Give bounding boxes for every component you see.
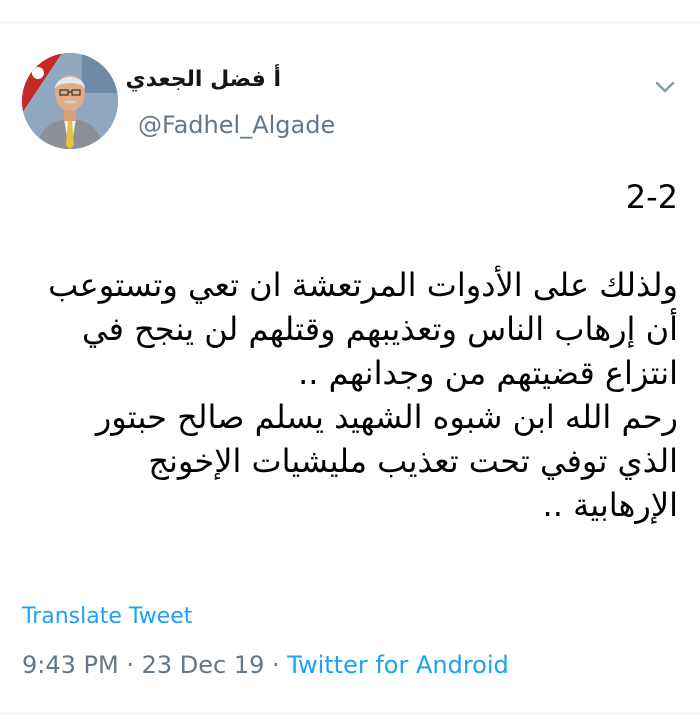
display-name[interactable]: أ فضل الجعدي: [125, 67, 281, 92]
bottom-divider: [0, 713, 700, 714]
meta-separator: ·: [118, 651, 142, 679]
translate-tweet-link[interactable]: Translate Tweet: [22, 604, 192, 629]
meta-separator: ·: [264, 651, 288, 679]
tweet-card: أ فضل الجعدي @Fadhel_Algade 2-2 ولذلك عل…: [0, 23, 700, 726]
tweet-meta: 9:43 PM · 23 Dec 19 · Twitter for Androi…: [22, 651, 509, 679]
tweet-line: [18, 219, 678, 263]
tweet-line: الإرهابية ..: [542, 486, 678, 524]
user-handle[interactable]: @Fadhel_Algade: [138, 111, 335, 139]
tweet-line: أن إرهاب الناس وتعذيبهم وقتلهم لن ينجح ف…: [82, 310, 678, 348]
tweet-line: 2-2: [625, 178, 678, 216]
profile-photo-icon: [22, 53, 118, 149]
avatar[interactable]: [22, 53, 118, 149]
tweet-line: الذي توفي تحت تعذيب مليشيات الإخونج: [148, 442, 678, 480]
tweet-line: ولذلك على الأدوات المرتعشة ان تعي وتستوع…: [48, 266, 678, 304]
chevron-down-icon[interactable]: [651, 73, 679, 101]
tweet-source-link[interactable]: Twitter for Android: [287, 651, 508, 679]
tweet-time: 9:43 PM: [22, 651, 119, 679]
tweet-date: 23 Dec 19: [141, 651, 265, 679]
tweet-text: 2-2 ولذلك على الأدوات المرتعشة ان تعي وت…: [18, 175, 678, 527]
tweet-line: انتزاع قضيتهم من وجدانهم ..: [298, 354, 678, 392]
tweet-line: رحم الله ابن شبوه الشهيد يسلم صالح حبتور: [95, 398, 678, 436]
